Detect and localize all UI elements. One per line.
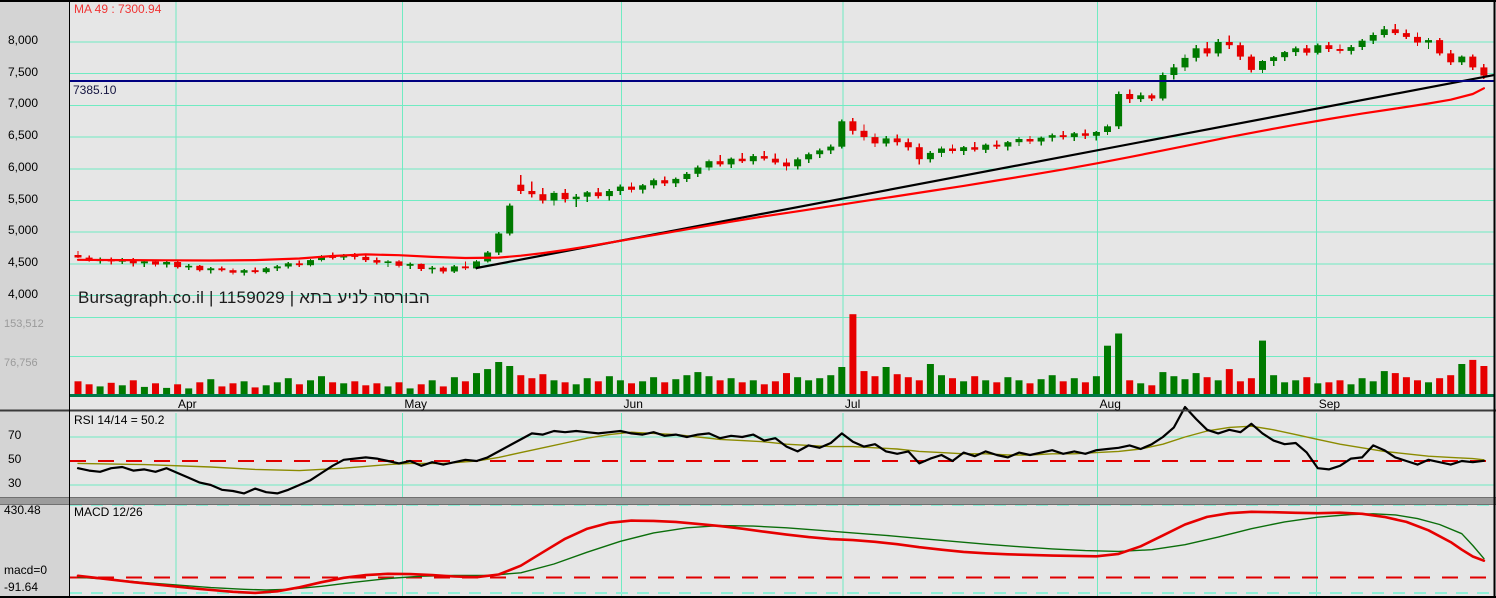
x-axis-month-label: May xyxy=(404,397,428,411)
main-y-tick-label: 7,000 xyxy=(8,96,39,111)
x-axis-month-label: Jul xyxy=(844,397,861,411)
macd-zero-label: macd=0 xyxy=(4,563,48,577)
macd-max-label: 430.48 xyxy=(4,503,41,517)
x-axis-month-label: Apr xyxy=(177,397,197,411)
ref-line-value-label: 7385.10 xyxy=(73,83,117,97)
main-y-tick-label: 5,000 xyxy=(8,223,39,238)
macd-min-label: -91.64 xyxy=(4,580,39,594)
rsi-y-tick-label: 30 xyxy=(8,476,22,490)
rsi-y-tick-label: 50 xyxy=(8,452,22,466)
rsi-panel-label: RSI 14/14 = 50.2 xyxy=(74,413,165,427)
watermark: Bursagraph.co.il | 1159029 | הבורסה לניע… xyxy=(78,288,430,307)
main-y-tick-label: 8,000 xyxy=(8,33,39,47)
macd-panel-label: MACD 12/26 xyxy=(74,505,143,519)
main-y-tick-label: 5,500 xyxy=(8,191,39,206)
main-y-tick-label: 4,500 xyxy=(8,254,39,269)
x-axis-month-label: Aug xyxy=(1099,397,1121,411)
main-y-tick-label: 7,500 xyxy=(8,64,39,79)
main-y-tick-label: 4,000 xyxy=(8,286,39,301)
x-axis-month-label: Sep xyxy=(1318,397,1341,411)
stock-chart-window: MA 49 : 7300.94 7385.10 Bursagraph.co.il… xyxy=(0,0,1496,598)
main-y-tick-label: 6,500 xyxy=(8,128,39,143)
ma49-value-label: MA 49 : 7300.94 xyxy=(74,2,162,16)
rsi-y-tick-label: 70 xyxy=(8,428,22,442)
volume-y-tick-label: 76,756 xyxy=(4,357,38,370)
x-axis-month-label: Jun xyxy=(623,397,643,411)
volume-y-tick-label: 153,512 xyxy=(4,318,44,331)
main-y-tick-label: 6,000 xyxy=(8,159,39,174)
